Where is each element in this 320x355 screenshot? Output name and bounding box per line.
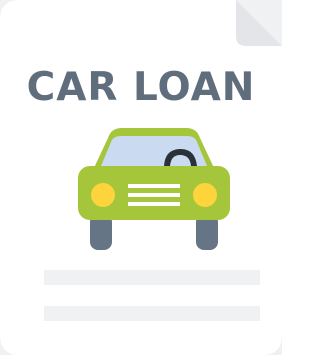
car-icon <box>78 128 230 250</box>
placeholder-line <box>44 306 260 321</box>
grille-bar-1 <box>128 184 180 188</box>
left-headlight <box>91 183 115 207</box>
right-headlight <box>193 183 217 207</box>
grille-bar-3 <box>128 202 180 206</box>
folded-corner <box>236 0 282 46</box>
page-title: CAR LOAN <box>26 65 256 110</box>
placeholder-line <box>44 270 260 285</box>
grille-bar-2 <box>128 193 180 197</box>
car-loan-document-illustration: CAR LOAN <box>0 0 282 355</box>
